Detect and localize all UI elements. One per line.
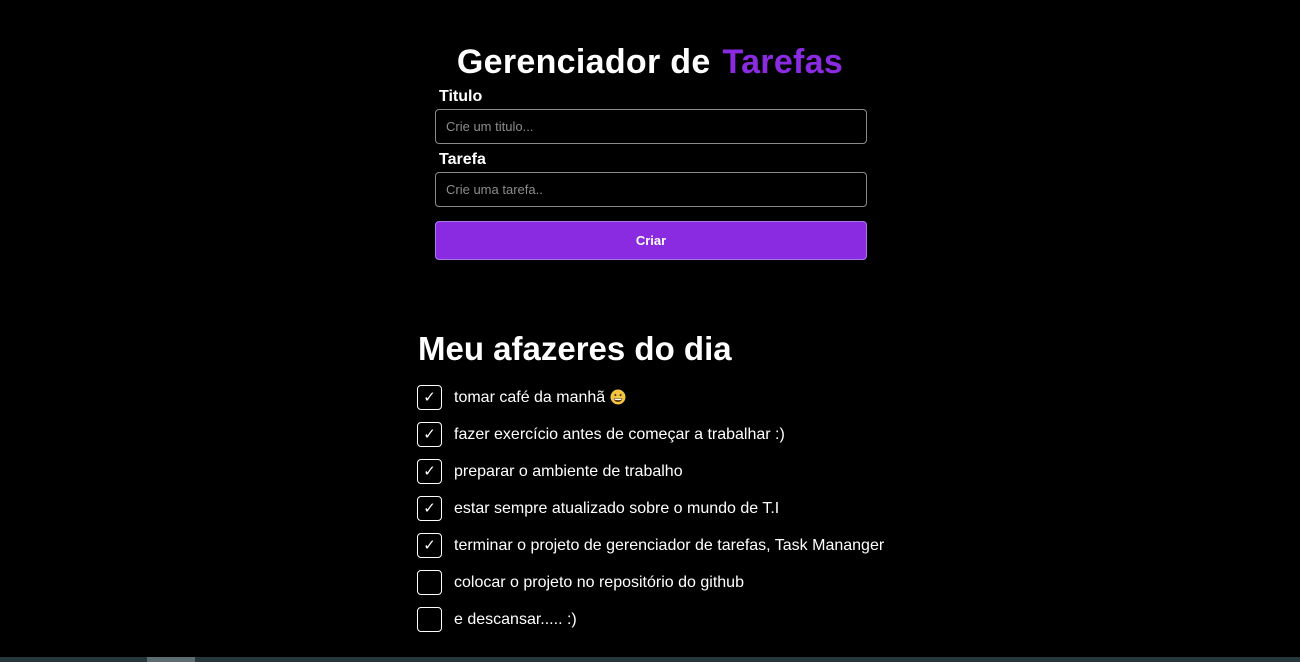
task-checkbox[interactable]: ✓ xyxy=(417,533,442,558)
task-text: preparar o ambiente de trabalho xyxy=(454,462,683,482)
todo-item: ✓ colocar o projeto no repositório do git… xyxy=(417,570,884,595)
task-label: e descansar..... :) xyxy=(454,610,577,628)
todo-list: ✓ tomar café da manhã ✓ fazer exercício ant… xyxy=(417,385,884,644)
title-text: Gerenciador de xyxy=(456,43,711,81)
checkmark-icon: ✓ xyxy=(423,462,436,480)
todo-item: ✓ preparar o ambiente de trabalho xyxy=(417,459,884,484)
task-label: tomar café da manhã xyxy=(454,388,606,406)
tasks-heading: Meu afazeres do dia xyxy=(418,330,732,367)
scrollbar-thumb[interactable] xyxy=(147,657,195,662)
page-title: Gerenciador de Tarefas xyxy=(0,40,1300,84)
task-checkbox[interactable]: ✓ xyxy=(417,385,442,410)
task-form: Titulo Tarefa Criar xyxy=(435,86,867,260)
task-label: colocar o projeto no repositório do gith… xyxy=(454,573,744,591)
checkmark-icon: ✓ xyxy=(423,388,436,406)
checkmark-icon: ✓ xyxy=(423,425,436,443)
title-accent-text: Tarefas xyxy=(722,43,844,81)
todo-item: ✓ estar sempre atualizado sobre o mundo d… xyxy=(417,496,884,521)
grinning-face-icon xyxy=(610,389,626,404)
task-label: preparar o ambiente de trabalho xyxy=(454,462,683,480)
horizontal-scrollbar[interactable] xyxy=(0,657,1300,662)
task-checkbox[interactable]: ✓ xyxy=(417,607,442,632)
todo-item: ✓ terminar o projeto de gerenciador de ta… xyxy=(417,533,884,558)
task-checkbox[interactable]: ✓ xyxy=(417,570,442,595)
checkmark-icon: ✓ xyxy=(423,499,436,517)
task-label: terminar o projeto de gerenciador de tar… xyxy=(454,536,885,554)
task-input[interactable] xyxy=(435,172,867,207)
todo-item: ✓ tomar café da manhã xyxy=(417,385,884,410)
title-input[interactable] xyxy=(435,109,867,144)
todo-item: ✓ fazer exercício antes de começar a trab… xyxy=(417,422,884,447)
create-button[interactable]: Criar xyxy=(435,221,867,260)
task-text: e descansar..... :) xyxy=(454,610,577,630)
task-checkbox[interactable]: ✓ xyxy=(417,459,442,484)
task-field-label: Tarefa xyxy=(439,151,486,168)
task-checkbox[interactable]: ✓ xyxy=(417,496,442,521)
task-label: fazer exercício antes de começar a traba… xyxy=(454,425,785,443)
task-text: terminar o projeto de gerenciador de tar… xyxy=(454,536,884,556)
task-checkbox[interactable]: ✓ xyxy=(417,422,442,447)
checkmark-icon: ✓ xyxy=(423,536,436,554)
page: Gerenciador de Tarefas Titulo Tarefa Cria… xyxy=(0,0,1300,662)
task-text: tomar café da manhã xyxy=(454,388,626,408)
task-text: colocar o projeto no repositório do gith… xyxy=(454,573,744,593)
title-field-label: Titulo xyxy=(439,88,483,105)
task-text: estar sempre atualizado sobre o mundo de… xyxy=(454,499,779,519)
task-text: fazer exercício antes de começar a traba… xyxy=(454,425,785,445)
task-label: estar sempre atualizado sobre o mundo de… xyxy=(454,499,780,517)
todo-item: ✓ e descansar..... :) xyxy=(417,607,884,632)
